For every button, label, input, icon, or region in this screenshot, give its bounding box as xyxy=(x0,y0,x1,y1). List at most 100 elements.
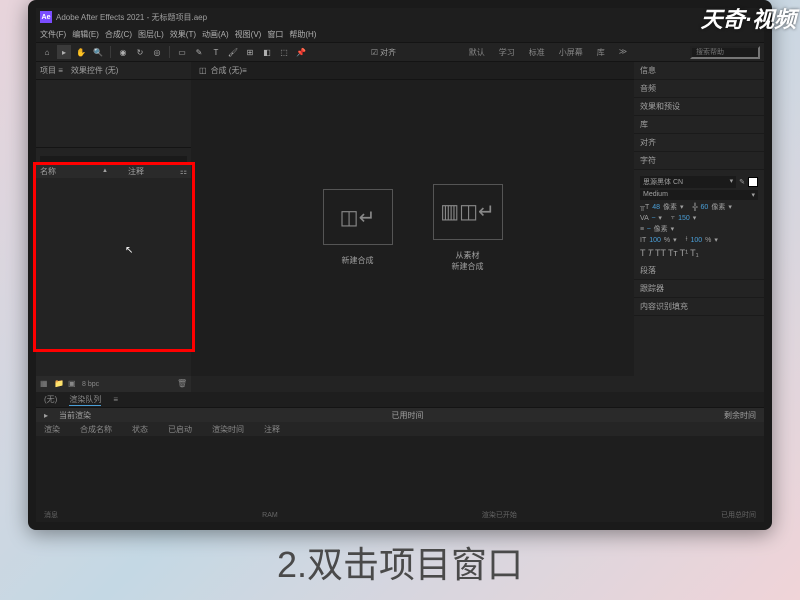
menu-layer[interactable]: 图层(L) xyxy=(138,29,164,40)
tracker-panel-tab[interactable]: 跟踪器 xyxy=(634,280,764,298)
libraries-tab[interactable]: 库 xyxy=(634,116,764,134)
camera-tool-icon[interactable]: ◎ xyxy=(150,45,164,59)
color-depth[interactable]: 8 bpc xyxy=(82,381,99,388)
snap-toggle[interactable]: ☑ 对齐 xyxy=(371,47,396,58)
bold-icon[interactable]: T xyxy=(640,248,646,258)
menu-animation[interactable]: 动画(A) xyxy=(202,29,229,40)
rq-message-label: 消息 xyxy=(44,510,58,520)
kerning-icon: VA xyxy=(640,215,649,222)
text-tool-icon[interactable]: T xyxy=(209,45,223,59)
zoom-tool-icon[interactable]: 🔍 xyxy=(91,45,105,59)
kerning-value[interactable]: ⎯ xyxy=(652,214,656,222)
leading-value[interactable]: 60 xyxy=(701,204,709,211)
app-icon: Ae xyxy=(40,11,52,23)
right-panels: 信息 音频 效果和预设 库 对齐 字符 思源黑体 CN▾✎ Medium▾ ╥T… xyxy=(634,62,764,392)
stroke-value[interactable]: ⎯ xyxy=(647,225,651,233)
interpret-footage-icon[interactable]: ▦ xyxy=(40,379,50,389)
composition-tab[interactable]: 合成 (无) xyxy=(211,65,243,76)
hscale-value[interactable]: 100 xyxy=(690,237,702,244)
rq-ram-label: RAM xyxy=(262,512,278,519)
allcaps-icon[interactable]: TT xyxy=(655,248,666,258)
workspace-default[interactable]: 默认 xyxy=(469,47,485,58)
monitor-frame: Ae Adobe After Effects 2021 - 无标题项目.aep … xyxy=(28,0,772,530)
character-panel: 思源黑体 CN▾✎ Medium▾ ╥T48像素▾╬60像素▾ VA⎯▾⫟150… xyxy=(634,170,764,262)
new-comp-icon[interactable]: ▣ xyxy=(68,379,78,389)
layer-tab-icon[interactable]: ◫ xyxy=(199,66,207,75)
subscript-icon[interactable]: T₁ xyxy=(690,248,699,258)
flowchart-icon[interactable]: ⚏ xyxy=(180,167,187,176)
rq-elapsed-label: 已用时间 xyxy=(291,410,523,421)
new-composition-button[interactable]: ◫↵ 新建合成 xyxy=(323,189,393,266)
paragraph-panel-tab[interactable]: 段落 xyxy=(634,262,764,280)
eyedropper-icon[interactable]: ✎ xyxy=(739,178,745,186)
tracking-icon: ⫟ xyxy=(671,214,675,222)
rq-col-rendertime: 渲染时间 xyxy=(212,424,244,435)
content-aware-tab[interactable]: 内容识别填充 xyxy=(634,298,764,316)
menu-composition[interactable]: 合成(C) xyxy=(105,29,132,40)
effects-presets-tab[interactable]: 效果和预设 xyxy=(634,98,764,116)
project-preview-area xyxy=(36,80,191,148)
column-name[interactable]: 名称 xyxy=(40,166,100,177)
new-comp-label: 新建合成 xyxy=(342,255,374,266)
project-items-area[interactable] xyxy=(36,178,191,376)
stroke-width-icon: ≡ xyxy=(640,226,644,233)
selection-tool-icon[interactable]: ▸ xyxy=(57,45,71,59)
rq-total-elapsed-label: 已用总时间 xyxy=(721,510,756,520)
fill-color-swatch[interactable] xyxy=(748,177,758,187)
pen-tool-icon[interactable]: ✎ xyxy=(192,45,206,59)
menu-help[interactable]: 帮助(H) xyxy=(289,29,316,40)
workspace-learn[interactable]: 学习 xyxy=(499,47,515,58)
effect-controls-tab[interactable]: 效果控件 (无) xyxy=(71,65,119,76)
font-weight-dropdown[interactable]: Medium▾ xyxy=(640,190,758,200)
font-size-value[interactable]: 48 xyxy=(652,204,660,211)
menu-window[interactable]: 窗口 xyxy=(267,29,283,40)
new-comp-from-footage-button[interactable]: ▥◫↵ 从素材 新建合成 xyxy=(433,184,503,272)
project-tab[interactable]: 项目 ≡ xyxy=(40,65,63,76)
home-icon[interactable]: ⌂ xyxy=(40,45,54,59)
project-panel[interactable]: 项目 ≡ 效果控件 (无) 名称 ▲ 注释 ⚏ ▦ 📁 ▣ 8 bpc 🗑 xyxy=(36,62,191,392)
column-comment[interactable]: 注释 xyxy=(128,166,187,177)
orbit-tool-icon[interactable]: ◉ xyxy=(116,45,130,59)
rq-col-comment: 注释 xyxy=(264,424,280,435)
workspace-lib[interactable]: 库 xyxy=(597,47,605,58)
rotate-tool-icon[interactable]: ↻ xyxy=(133,45,147,59)
eraser-tool-icon[interactable]: ◧ xyxy=(260,45,274,59)
search-help-input[interactable] xyxy=(690,46,760,59)
menu-edit[interactable]: 编辑(E) xyxy=(72,29,99,40)
render-queue-tab[interactable]: 渲染队列 xyxy=(69,394,101,406)
puppet-tool-icon[interactable]: 📌 xyxy=(294,45,308,59)
info-panel-tab[interactable]: 信息 xyxy=(634,62,764,80)
superscript-icon[interactable]: T¹ xyxy=(680,248,689,258)
new-folder-icon[interactable]: 📁 xyxy=(54,379,64,389)
stamp-tool-icon[interactable]: ⊞ xyxy=(243,45,257,59)
menu-effect[interactable]: 效果(T) xyxy=(170,29,196,40)
audio-panel-tab[interactable]: 音频 xyxy=(634,80,764,98)
delete-icon[interactable]: 🗑 xyxy=(177,379,187,389)
vscale-value[interactable]: 100 xyxy=(649,237,661,244)
cursor-icon: ↖ xyxy=(125,245,133,256)
sort-indicator-icon: ▲ xyxy=(102,168,108,174)
workspace-standard[interactable]: 标准 xyxy=(529,47,545,58)
rq-col-started: 已启动 xyxy=(168,424,192,435)
menu-view[interactable]: 视图(V) xyxy=(235,29,262,40)
rect-tool-icon[interactable]: ▭ xyxy=(175,45,189,59)
vscale-icon: IT xyxy=(640,237,646,244)
workspace-small[interactable]: 小屏幕 xyxy=(559,47,583,58)
workspace-more-icon[interactable]: ≫ xyxy=(619,47,627,58)
tracking-value[interactable]: 150 xyxy=(678,215,690,222)
composition-panel: ◫ 合成 (无) ≡ ◫↵ 新建合成 ▥◫↵ 从素材 新建合成 xyxy=(191,62,634,392)
rq-render-started-label: 渲染已开始 xyxy=(482,510,517,520)
timeline-none-tab[interactable]: (无) xyxy=(44,394,57,405)
expand-icon[interactable]: ▸ xyxy=(44,411,59,420)
align-panel-tab[interactable]: 对齐 xyxy=(634,134,764,152)
brush-tool-icon[interactable]: 🖌 xyxy=(226,45,240,59)
font-size-icon: ╥T xyxy=(640,204,649,211)
italic-icon[interactable]: T xyxy=(648,248,654,258)
character-panel-tab[interactable]: 字符 xyxy=(634,152,764,170)
font-family-dropdown[interactable]: 思源黑体 CN▾ xyxy=(640,176,736,188)
smallcaps-icon[interactable]: Tᴛ xyxy=(668,248,678,258)
menu-file[interactable]: 文件(F) xyxy=(40,29,66,40)
hand-tool-icon[interactable]: ✋ xyxy=(74,45,88,59)
roto-tool-icon[interactable]: ⬚ xyxy=(277,45,291,59)
render-queue-body[interactable] xyxy=(36,436,764,508)
